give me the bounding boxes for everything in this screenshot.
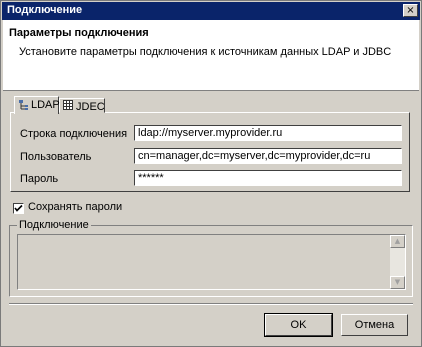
ok-button[interactable]: OK [264, 313, 333, 337]
connection-string-field[interactable]: ldap://myserver.myprovider.ru [134, 125, 402, 141]
connection-dialog: Подключение × Параметры подключения Уста… [0, 0, 422, 347]
header-panel: Параметры подключения Установите парамет… [3, 20, 419, 91]
password-label: Пароль [20, 173, 59, 185]
connection-string-label: Строка подключения [20, 128, 128, 140]
cancel-button[interactable]: Отмена [341, 314, 408, 336]
close-icon: × [406, 5, 415, 16]
bottom-divider [9, 303, 413, 305]
scroll-down-button[interactable]: ▼ [390, 276, 405, 289]
window-title: Подключение [7, 4, 83, 16]
password-field[interactable]: ****** [134, 170, 402, 186]
scroll-up-button[interactable]: ▲ [390, 235, 405, 248]
connection-log-scrollbar[interactable]: ▲ ▼ [390, 235, 405, 289]
title-bar[interactable]: Подключение × [2, 2, 420, 20]
tab-ldap[interactable]: LDAP [14, 96, 60, 114]
header-title: Параметры подключения [9, 27, 149, 39]
connection-group-title: Подключение [17, 219, 91, 231]
tab-jdbc-label: JDEC [76, 101, 105, 113]
header-description: Установите параметры подключения к источ… [19, 46, 392, 58]
chevron-down-icon: ▼ [394, 278, 401, 286]
user-label: Пользователь [20, 151, 92, 163]
connection-log-area[interactable] [17, 234, 406, 290]
user-field[interactable]: cn=manager,dc=myserver,dc=myprovider,dc=… [134, 148, 402, 164]
header-divider [3, 88, 419, 89]
save-passwords-checkbox[interactable] [13, 203, 24, 214]
close-button[interactable]: × [403, 4, 418, 17]
tab-ldap-label: LDAP [31, 99, 60, 111]
save-passwords-label[interactable]: Сохранять пароли [28, 201, 122, 213]
checkmark-icon [14, 204, 23, 212]
tab-jdbc[interactable]: JDEC [59, 98, 105, 113]
chevron-up-icon: ▲ [394, 237, 401, 245]
ldap-tree-icon [19, 100, 28, 110]
table-icon [63, 100, 73, 110]
